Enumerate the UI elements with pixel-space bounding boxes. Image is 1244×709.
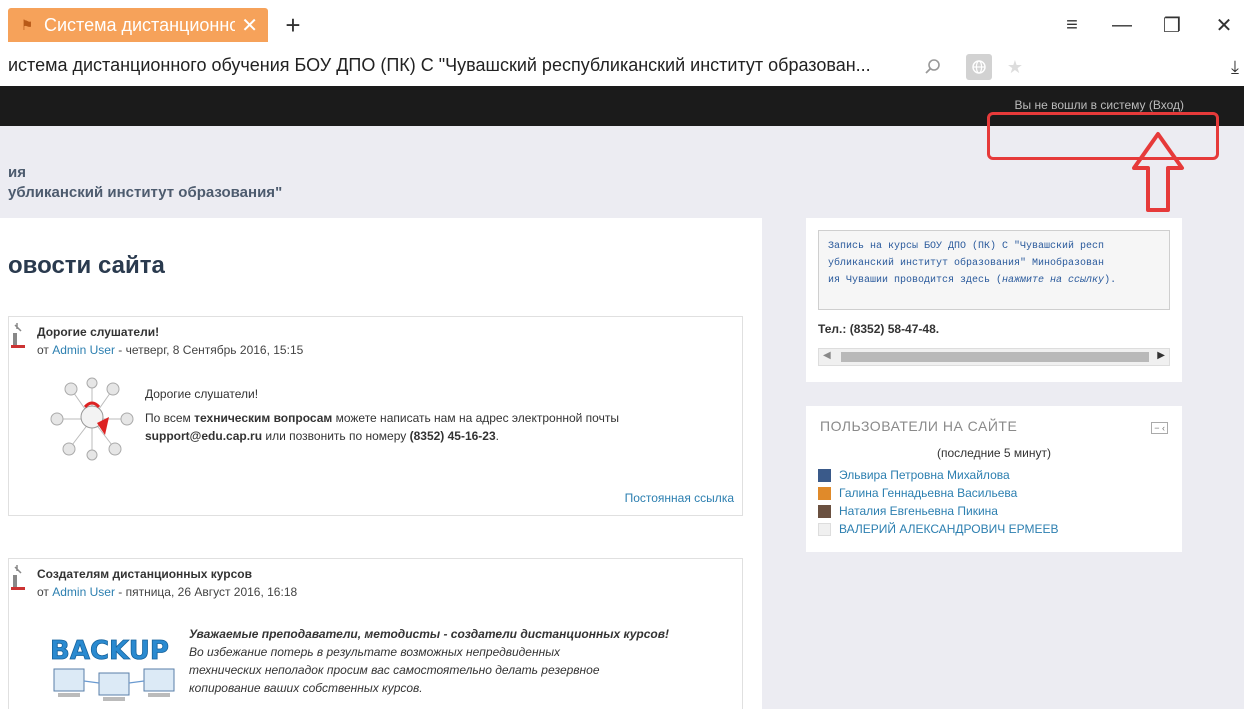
scrollbar-thumb[interactable] [841,352,1149,362]
notice-line: ия Чувашии проводится здесь (нажмите на … [828,272,1160,289]
close-tab-icon[interactable]: ✕ [241,13,258,38]
online-users-list: Эльвира Петровна Михайлова Галина Геннад… [818,466,1058,538]
site-header-line1: ия [8,164,26,181]
byline-prefix: от [37,585,53,599]
post-text-line: support@edu.cap.ru или позвонить по номе… [145,427,619,445]
enrollment-notice: Запись на курсы БОУ ДПО (ПК) С "Чувашски… [818,230,1170,310]
support-email: support@edu.cap.ru [145,429,263,443]
user-name: Наталия Евгеньевна Пикина [839,504,998,518]
block-controls-icon[interactable]: − ‹ [1151,422,1168,434]
page-title: овости сайта [8,252,165,279]
restore-icon[interactable]: ❐ [1152,8,1192,42]
notice-text: ия Чувашии проводится здесь ( [828,275,1003,286]
user-avatar [818,504,831,518]
post-text-line: По всем техническим вопросам можете напи… [145,409,619,427]
post-byline: от Admin User - пятница, 26 Август 2016,… [37,585,297,599]
notice-line: убликанский институт образования" Минобр… [828,258,1105,269]
news-post: Дорогие слушатели! от Admin User - четве… [8,316,743,516]
scroll-right-icon[interactable]: ▶ [1157,350,1165,361]
address-text[interactable]: истема дистанционного обучения БОУ ДПО (… [8,55,871,76]
search-icon[interactable] [920,54,946,80]
backup-image-text: BACKUP [50,636,169,666]
user-name: ВАЛЕРИЙ АЛЕКСАНДРОВИЧ ЕРМЕЕВ [839,522,1059,536]
online-user[interactable]: Эльвира Петровна Михайлова [818,466,1058,484]
login-text: Вы не вошли в систему ( [1014,98,1153,112]
post-greeting: Дорогие слушатели! [145,387,259,401]
post-text: . [495,429,499,443]
post-date: - пятница, 26 Август 2016, 16:18 [114,585,298,599]
post-subject: Создателям дистанционных курсов [37,567,253,581]
post-body: Дорогие слушатели! По всем техническим в… [145,385,619,445]
byline-prefix: от [37,343,53,357]
site-header-line2: убликанский институт образования" [8,184,283,201]
user-avatar [818,486,831,500]
login-text-end: ) [1180,98,1184,112]
notice-text: ). [1104,275,1117,286]
new-tab-button[interactable]: + [278,8,308,42]
contact-phone: Тел.: (8352) 58-47-48. [818,322,940,336]
enrollment-link[interactable]: нажмите на ссылку [1002,275,1104,286]
post-text-line: Уважаемые преподаватели, методисты - соз… [189,627,669,641]
online-user[interactable]: ВАЛЕРИЙ АЛЕКСАНДРОВИЧ ЕРМЕЕВ [818,520,1058,538]
post-text-line: технических неполадок просим вас самосто… [189,663,600,677]
block-title: ПОЛЬЗОВАТЕЛИ НА САЙТЕ [820,418,1018,434]
login-info: Вы не вошли в систему (Вход) [1015,98,1185,112]
post-text: можете написать нам на адрес электронной… [332,411,619,425]
post-date: - четверг, 8 Сентябрь 2016, 15:15 [114,343,304,357]
author-link[interactable]: Admin User [52,585,115,599]
minimize-icon[interactable]: — [1102,8,1142,42]
post-text: По всем [145,411,195,425]
globe-icon[interactable] [966,54,992,80]
user-avatar [818,468,831,482]
tab-title: Система дистанционног [44,14,236,35]
online-users-block: ПОЛЬЗОВАТЕЛИ НА САЙТЕ − ‹ (последние 5 м… [806,406,1182,552]
user-avatar [818,522,831,536]
bookmark-star-icon[interactable]: ★ [1002,54,1028,80]
user-name: Галина Геннадьевна Васильева [839,486,1018,500]
download-icon[interactable]: ⤓ [1222,54,1244,80]
main-content: овости сайта Дорогие слушатели! от Admin… [0,218,762,709]
menu-icon[interactable]: ≡ [1052,8,1092,42]
online-user[interactable]: Наталия Евгеньевна Пикина [818,502,1058,520]
permalink: Постоянная ссылка [625,491,734,505]
address-bar: истема дистанционного обучения БОУ ДПО (… [0,48,1244,86]
notice-line: Запись на курсы БОУ ДПО (ПК) С "Чувашски… [828,241,1105,252]
post-byline: от Admin User - четверг, 8 Сентябрь 2016… [37,343,303,357]
post-subject: Дорогие слушатели! [37,325,160,339]
post-author-avatar-icon [9,565,27,596]
enrollment-block: Запись на курсы БОУ ДПО (ПК) С "Чувашски… [806,218,1182,382]
login-link[interactable]: Вход [1153,98,1180,112]
network-support-image [50,377,134,461]
author-link[interactable]: Admin User [52,343,115,357]
post-text-line: Во избежание потерь в результате возможн… [189,645,561,659]
user-name: Эльвира Петровна Михайлова [839,468,1010,482]
close-window-icon[interactable]: ✕ [1204,8,1244,42]
backup-image: BACKUP [50,636,175,701]
post-body: Уважаемые преподаватели, методисты - соз… [189,625,739,697]
block-subtitle: (последние 5 минут) [937,446,1051,460]
scroll-left-icon[interactable]: ◀ [823,350,831,361]
post-text-bold: техническим вопросам [194,411,333,425]
post-text: или позвонить по номеру [262,429,410,443]
browser-tab-bar: ⚑ Система дистанционног ✕ + ≡ — ❐ ✕ [0,0,1244,48]
post-author-avatar-icon [9,323,27,354]
news-post: Создателям дистанционных курсов от Admin… [8,558,743,709]
online-user[interactable]: Галина Геннадьевна Васильева [818,484,1058,502]
annotation-arrow-icon [1132,132,1184,212]
site-favicon-icon: ⚑ [20,16,34,33]
post-text-line: копирование ваших собственных курсов. [189,681,423,695]
horizontal-scrollbar[interactable]: ◀ ▶ [818,348,1170,366]
browser-tab[interactable]: ⚑ Система дистанционног ✕ [8,8,268,42]
permalink-link[interactable]: Постоянная ссылка [625,491,734,505]
support-phone: (8352) 45-16-23 [409,429,496,443]
page-body: ия убликанский институт образования" ово… [0,126,1244,709]
